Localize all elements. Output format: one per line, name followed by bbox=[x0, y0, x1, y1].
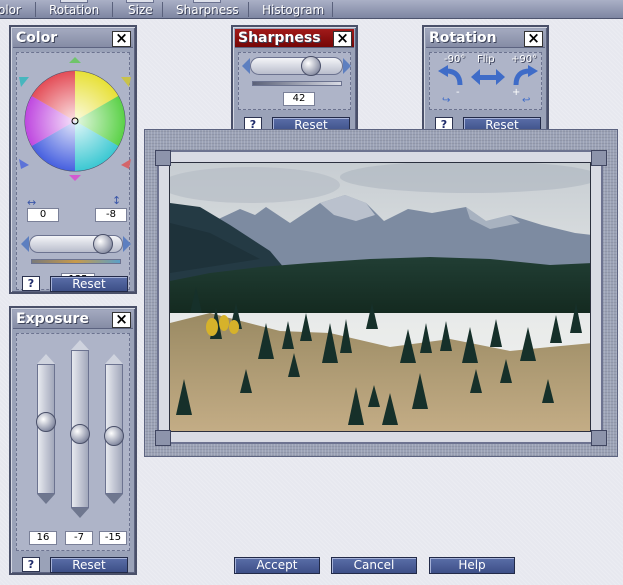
rotate-small-ccw-icon[interactable]: ↪ bbox=[442, 95, 450, 106]
color-panel: Color × ↔ ↕ 0 -8 ? Reset bbox=[9, 25, 137, 294]
color-gradient-bar bbox=[31, 259, 121, 264]
exposure-panel-body: 16 -7 -15 bbox=[16, 333, 130, 551]
sharpness-panel-title: Sharpness bbox=[238, 30, 321, 46]
exposure-slider-2-knob[interactable] bbox=[70, 424, 90, 444]
landscape-photo bbox=[170, 163, 590, 431]
exposure-help-button[interactable]: ? bbox=[22, 557, 40, 572]
image-frame-inner bbox=[157, 150, 603, 444]
color-v-value[interactable]: -8 bbox=[95, 208, 127, 222]
color-panel-title-bar[interactable]: Color × bbox=[13, 29, 133, 48]
close-icon: × bbox=[115, 29, 128, 47]
menu-sharpness[interactable]: Sharpness bbox=[176, 0, 239, 18]
exposure-panel-title-bar[interactable]: Exposure × bbox=[13, 310, 133, 329]
menu-histogram[interactable]: Histogram bbox=[262, 3, 324, 18]
help-icon: ? bbox=[27, 558, 35, 571]
flip-icon[interactable] bbox=[471, 67, 505, 89]
photo-preview[interactable] bbox=[169, 162, 591, 432]
exposure-panel-close-button[interactable]: × bbox=[112, 312, 131, 328]
color-slider-knob[interactable] bbox=[93, 234, 113, 254]
sharpness-slider-track[interactable] bbox=[250, 57, 343, 75]
menu-tab-marker bbox=[60, 0, 89, 3]
color-panel-close-button[interactable]: × bbox=[112, 31, 131, 47]
menu-bar: olor Rotation Size Sharpness Histogram bbox=[0, 0, 623, 19]
menu-separator bbox=[332, 2, 333, 17]
menu-separator bbox=[248, 2, 249, 17]
menu-separator bbox=[162, 2, 163, 17]
marker-top bbox=[69, 57, 81, 63]
rotate-ccw-label: -90° bbox=[444, 54, 466, 65]
vertical-arrow-icon: ↕ bbox=[112, 194, 122, 207]
color-reset-button[interactable]: Reset bbox=[50, 276, 128, 292]
sharpness-panel-title-bar[interactable]: Sharpness × bbox=[235, 29, 354, 48]
sharpness-left-arrow-icon[interactable] bbox=[242, 58, 250, 74]
color-wheel-icon[interactable] bbox=[17, 55, 133, 181]
exposure-slider-3-knob[interactable] bbox=[104, 426, 124, 446]
close-icon: × bbox=[336, 29, 349, 47]
rotation-panel: Rotation × -90° Flip +90° ↪ - + ↩ ? Rese… bbox=[422, 25, 549, 136]
exposure-value-3[interactable]: -15 bbox=[99, 531, 127, 545]
exposure-slider-1-down-icon[interactable] bbox=[37, 494, 55, 504]
help-icon: ? bbox=[27, 277, 35, 290]
exposure-slider-3-up-icon[interactable] bbox=[105, 354, 123, 364]
menu-rotation-label: Rotation bbox=[49, 3, 100, 17]
sharpness-panel-body: 42 bbox=[238, 52, 351, 110]
exposure-slider-2-up-icon[interactable] bbox=[71, 340, 89, 350]
color-help-button[interactable]: ? bbox=[22, 276, 40, 291]
rotate-cw-label: +90° bbox=[511, 54, 538, 65]
sharpness-panel-close-button[interactable]: × bbox=[333, 31, 352, 47]
exposure-slider-2-down-icon[interactable] bbox=[71, 508, 89, 518]
sharpness-slider-knob[interactable] bbox=[301, 56, 321, 76]
exposure-slider-1-up-icon[interactable] bbox=[37, 354, 55, 364]
menu-rotation[interactable]: Rotation bbox=[49, 0, 100, 18]
rotation-panel-title-bar[interactable]: Rotation × bbox=[426, 29, 545, 48]
exposure-reset-button[interactable]: Reset bbox=[50, 557, 128, 573]
rotate-cw-icon[interactable] bbox=[510, 65, 540, 89]
menu-separator bbox=[35, 2, 36, 17]
close-icon: × bbox=[527, 29, 540, 47]
exposure-value-1[interactable]: 16 bbox=[29, 531, 57, 545]
sharpness-right-arrow-icon[interactable] bbox=[343, 58, 351, 74]
color-panel-body: ↔ ↕ 0 -8 135 bbox=[16, 52, 133, 290]
close-icon: × bbox=[115, 310, 128, 328]
cancel-button[interactable]: Cancel bbox=[331, 557, 417, 574]
sharpness-value[interactable]: 42 bbox=[283, 92, 315, 106]
exposure-value-2[interactable]: -7 bbox=[65, 531, 93, 545]
menu-size-label: Size bbox=[128, 3, 153, 17]
exposure-slider-1-knob[interactable] bbox=[36, 412, 56, 432]
help-button[interactable]: Help bbox=[429, 557, 515, 574]
frame-corner-tl[interactable] bbox=[155, 150, 171, 166]
color-panel-title: Color bbox=[16, 30, 58, 46]
slider-left-arrow-icon[interactable] bbox=[21, 236, 29, 252]
slider-right-arrow-icon[interactable] bbox=[123, 236, 131, 252]
frame-corner-br[interactable] bbox=[591, 430, 607, 446]
rotation-panel-body: -90° Flip +90° ↪ - + ↩ bbox=[429, 52, 542, 110]
image-frame bbox=[144, 129, 618, 457]
menu-tab-marker bbox=[126, 0, 155, 3]
menu-color[interactable]: olor bbox=[0, 3, 21, 18]
rotate-small-cw-icon[interactable]: ↩ bbox=[522, 95, 530, 106]
flip-label: Flip bbox=[477, 54, 495, 65]
menu-tab-marker bbox=[193, 0, 222, 3]
minus-label: - bbox=[456, 87, 460, 98]
sharpness-gauge bbox=[252, 81, 342, 86]
color-h-value[interactable]: 0 bbox=[27, 208, 59, 222]
rotation-panel-close-button[interactable]: × bbox=[524, 31, 543, 47]
menu-sharpness-label: Sharpness bbox=[176, 3, 239, 17]
exposure-panel: Exposure × 16 -7 -15 ? Reset bbox=[9, 306, 137, 575]
accept-button[interactable]: Accept bbox=[234, 557, 320, 574]
exposure-panel-title: Exposure bbox=[16, 311, 89, 327]
sharpness-panel: Sharpness × 42 ? Reset bbox=[231, 25, 358, 136]
plus-label: + bbox=[512, 87, 521, 98]
rotation-panel-title: Rotation bbox=[429, 30, 497, 46]
rotate-ccw-icon[interactable] bbox=[436, 65, 466, 89]
menu-size[interactable]: Size bbox=[126, 0, 155, 18]
exposure-slider-3-down-icon[interactable] bbox=[105, 494, 123, 504]
menu-separator bbox=[112, 2, 113, 17]
frame-corner-tr[interactable] bbox=[591, 150, 607, 166]
frame-corner-bl[interactable] bbox=[155, 430, 171, 446]
